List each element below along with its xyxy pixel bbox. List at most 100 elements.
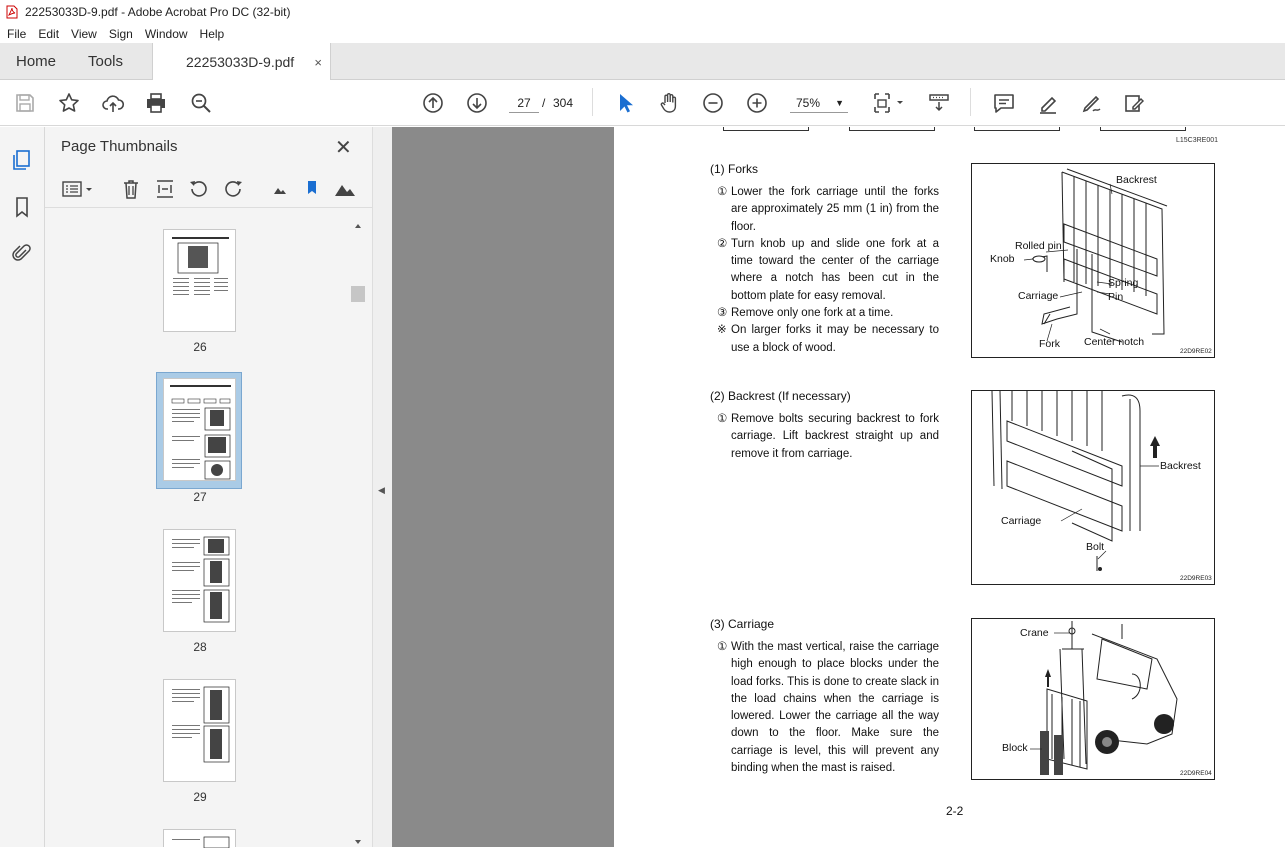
figure-backrest-removal: Backrest Carriage Bolt 22D9RE03 <box>971 390 1215 585</box>
label-bolt: Bolt <box>1086 541 1105 553</box>
figure-code: 22D9RE04 <box>1180 770 1212 777</box>
draw-pen-icon[interactable] <box>1080 91 1104 115</box>
rotate-cw-icon[interactable] <box>222 178 244 200</box>
label-backrest: Backrest <box>1160 460 1201 472</box>
label-pin: Pin <box>1108 291 1124 303</box>
thumbnail-preview <box>172 686 230 763</box>
select-cursor-icon[interactable] <box>613 91 637 115</box>
close-panel-icon[interactable]: ✕ <box>335 135 352 160</box>
thumbnail-preview <box>172 836 230 849</box>
thumbnail-page-27[interactable] <box>163 378 236 481</box>
section-title: (1) Forks <box>710 162 758 176</box>
menu-edit[interactable]: Edit <box>31 27 64 41</box>
bookmarks-icon[interactable] <box>11 196 33 218</box>
bookmark-marker-icon[interactable] <box>301 178 323 200</box>
tab-document[interactable]: 22253033D-9.pdf × <box>152 43 331 81</box>
step-item: ① Remove bolts securing backrest to fork … <box>717 413 939 460</box>
comment-icon[interactable] <box>992 91 1016 115</box>
zoom-out-icon[interactable] <box>701 91 725 115</box>
note-item: ※ On larger forks it may be necessary to … <box>717 324 939 354</box>
page-footer-number: 2-2 <box>946 804 964 818</box>
label-carriage: Carriage <box>1018 290 1059 302</box>
step-item: ① With the mast vertical, raise the carri… <box>717 641 939 775</box>
fill-sign-icon[interactable] <box>1123 91 1147 115</box>
label-spring: Spring <box>1108 277 1139 289</box>
figure-code: 22D9RE02 <box>1180 348 1212 355</box>
label-carriage: Carriage <box>1001 515 1042 527</box>
toolbar: 27 / 304 75% ▼ <box>0 80 1285 126</box>
thumbnail-page-26[interactable] <box>163 229 236 332</box>
figure-fork-removal: Backrest Rolled pin Knob Spring Pin Carr… <box>971 163 1215 358</box>
thumbnail-label: 28 <box>193 640 207 654</box>
label-rolled-pin: Rolled pin <box>1015 240 1062 252</box>
tab-tools[interactable]: Tools <box>88 43 123 80</box>
section-title: (2) Backrest (If necessary) <box>710 389 851 403</box>
highlight-pen-icon[interactable] <box>1036 91 1060 115</box>
attachments-icon[interactable] <box>11 242 33 264</box>
header-code: L15C3RE001 <box>1176 137 1219 144</box>
flow-box <box>974 127 1060 131</box>
tab-bar: Home Tools 22253033D-9.pdf × <box>0 43 1285 81</box>
rotate-ccw-icon[interactable] <box>188 178 210 200</box>
menu-window[interactable]: Window <box>138 27 193 41</box>
tab-close-icon[interactable]: × <box>314 55 322 70</box>
thumbnail-tools <box>45 172 372 208</box>
collapse-arrow-icon[interactable]: ◀ <box>378 485 385 496</box>
tab-home[interactable]: Home <box>16 43 56 80</box>
thumbnail-page-30[interactable] <box>163 829 236 849</box>
chevron-down-icon: ▼ <box>835 98 844 108</box>
pdf-app-icon <box>6 5 18 19</box>
figure-carriage-removal: Crane Block 22D9RE04 <box>971 618 1215 780</box>
step-item: ② Turn knob up and slide one fork at a ti… <box>717 237 939 302</box>
upload-cloud-icon[interactable] <box>101 91 125 115</box>
page-display-icon[interactable] <box>872 91 906 115</box>
previous-page-icon[interactable] <box>421 91 445 115</box>
save-icon[interactable] <box>13 91 37 115</box>
scroll-mode-icon[interactable] <box>927 91 951 115</box>
flow-box <box>1100 127 1186 131</box>
menu-sign[interactable]: Sign <box>102 27 138 41</box>
panel-splitter[interactable]: ◀ <box>372 127 392 847</box>
print-icon[interactable] <box>144 91 168 115</box>
navigation-rail <box>0 127 45 847</box>
small-thumbnails-icon[interactable] <box>269 178 291 200</box>
page-number-input[interactable]: 27 <box>509 93 539 113</box>
step-item: ① Lower the fork carriage until the forks… <box>717 186 939 233</box>
step-item: ③ Remove only one fork at a time. <box>717 307 894 320</box>
title-bar: 22253033D-9.pdf - Adobe Acrobat Pro DC (… <box>0 0 1285 24</box>
label-block: Block <box>1002 742 1028 754</box>
next-page-icon[interactable] <box>465 91 489 115</box>
thumbnail-label: 27 <box>193 490 207 504</box>
menu-file[interactable]: File <box>0 27 31 41</box>
section-body: ① Remove bolts securing backrest to fork … <box>717 411 939 463</box>
hand-tool-icon[interactable] <box>657 91 681 115</box>
label-center-notch: Center notch <box>1084 336 1145 348</box>
large-thumbnails-icon[interactable] <box>334 178 356 200</box>
star-icon[interactable] <box>57 91 81 115</box>
zoom-in-icon[interactable] <box>745 91 769 115</box>
window-title: 22253033D-9.pdf - Adobe Acrobat Pro DC (… <box>25 5 291 19</box>
scrollbar-thumb[interactable] <box>351 286 365 302</box>
thumbnail-page-28[interactable] <box>163 529 236 632</box>
page-separator: / <box>542 96 546 110</box>
page-thumbnails-panel: Page Thumbnails ✕ 26 27 28 29 <box>45 127 372 849</box>
document-view: L15C3RE001 (1) Forks ① Lower the fork car… <box>392 127 1285 847</box>
page-thumbnails-icon[interactable] <box>11 149 33 171</box>
thumbnail-label: 26 <box>193 340 207 354</box>
zoom-search-icon[interactable] <box>189 91 213 115</box>
pdf-page: L15C3RE001 (1) Forks ① Lower the fork car… <box>614 127 1285 847</box>
extract-pages-icon[interactable] <box>154 178 176 200</box>
label-backrest: Backrest <box>1116 174 1157 186</box>
thumbnail-label: 29 <box>193 790 207 804</box>
menu-help[interactable]: Help <box>193 27 230 41</box>
label-knob: Knob <box>990 253 1015 265</box>
menu-view[interactable]: View <box>64 27 102 41</box>
page-total: 304 <box>553 96 574 110</box>
zoom-level-select[interactable]: 75% ▼ <box>790 93 848 113</box>
thumbnail-page-29[interactable] <box>163 679 236 782</box>
backrest-illustration <box>991 390 1160 571</box>
thumbnail-scrollbar[interactable] <box>351 220 367 847</box>
options-menu-icon[interactable] <box>61 178 95 200</box>
delete-pages-icon[interactable] <box>120 178 142 200</box>
figure-code: 22D9RE03 <box>1180 575 1212 582</box>
